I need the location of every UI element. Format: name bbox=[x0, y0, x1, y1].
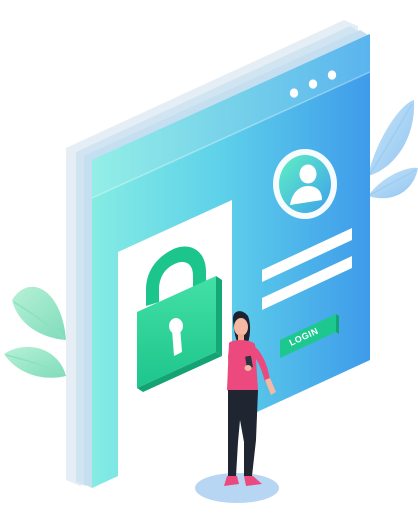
leaf-icon-right-group bbox=[368, 100, 418, 199]
illustration-canvas: LOGIN bbox=[4, 20, 418, 503]
leaf-icon-left-group bbox=[4, 286, 66, 378]
leaf-icon bbox=[4, 346, 66, 378]
user-avatar-icon bbox=[273, 149, 337, 219]
security-login-illustration: LOGIN bbox=[0, 0, 418, 516]
